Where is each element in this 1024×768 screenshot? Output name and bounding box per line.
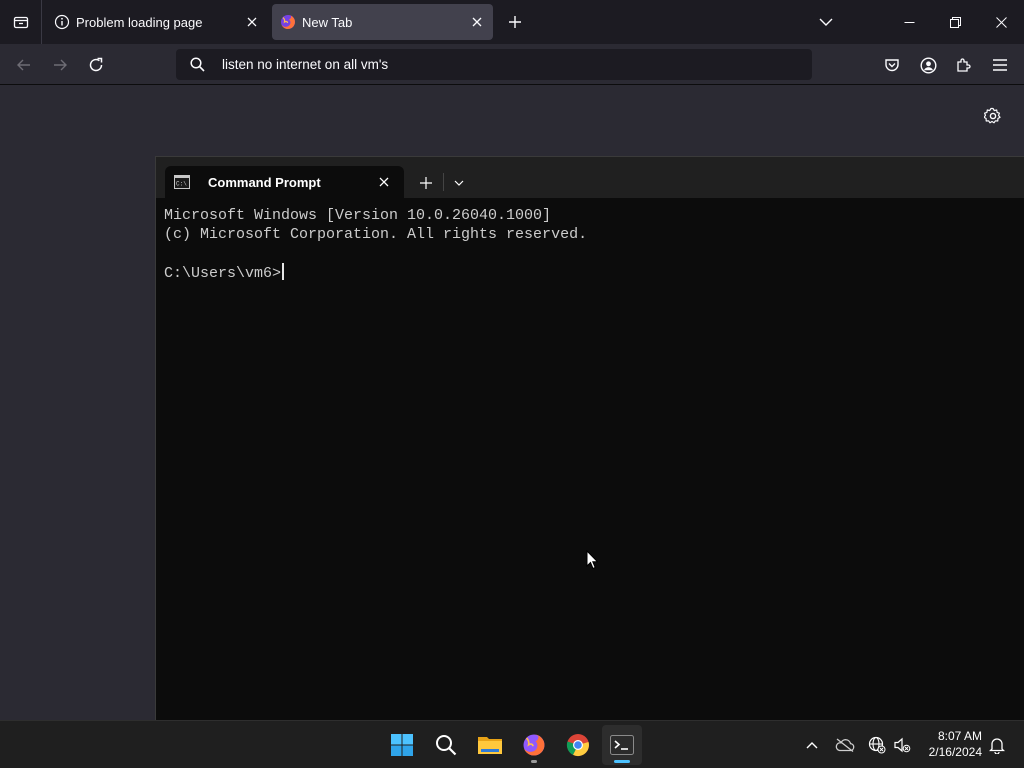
firefox-icon — [280, 14, 296, 30]
tab-title: Problem loading page — [76, 15, 203, 30]
terminal-line: (c) Microsoft Corporation. All rights re… — [164, 226, 588, 243]
active-indicator — [614, 760, 630, 763]
terminal-tab-title: Command Prompt — [208, 175, 321, 190]
restore-button[interactable] — [932, 0, 978, 44]
volume-button[interactable] — [890, 733, 914, 757]
forward-button[interactable] — [47, 52, 73, 78]
terminal-profiles-dropdown[interactable] — [447, 171, 471, 195]
onedrive-cloud-icon — [835, 738, 855, 752]
clock-time: 8:07 AM — [937, 729, 982, 743]
app-menu-button[interactable] — [988, 53, 1012, 77]
clock[interactable]: 8:07 AM 2/16/2024 — [914, 728, 982, 760]
plus-icon — [509, 16, 521, 28]
browser-tab-strip: Problem loading page New Tab — [0, 0, 1024, 44]
onedrive-button[interactable] — [833, 733, 857, 757]
windows-start-icon — [391, 734, 413, 756]
pocket-icon — [885, 59, 899, 72]
firefox-view-icon — [13, 16, 28, 29]
close-icon — [995, 16, 1007, 28]
taskbar: 8:07 AM 2/16/2024 — [0, 720, 1024, 768]
plus-icon — [420, 177, 432, 189]
terminal-icon — [610, 735, 634, 755]
firefox-taskbar-button[interactable] — [514, 725, 554, 765]
back-button[interactable] — [11, 52, 37, 78]
url-bar[interactable]: listen no internet on all vm's — [176, 49, 812, 80]
info-icon — [54, 14, 70, 30]
taskbar-search-button[interactable] — [426, 725, 466, 765]
url-input[interactable]: listen no internet on all vm's — [222, 57, 388, 72]
close-tab-icon[interactable] — [376, 174, 392, 190]
restore-icon — [949, 16, 961, 28]
running-indicator — [531, 760, 537, 763]
minimize-button[interactable] — [886, 0, 932, 44]
reload-button[interactable] — [83, 52, 109, 78]
extensions-button[interactable] — [952, 53, 976, 77]
bell-icon — [989, 738, 1005, 754]
divider — [443, 173, 444, 191]
account-icon — [919, 56, 937, 74]
terminal-new-tab-button[interactable] — [414, 171, 438, 195]
navigation-toolbar: listen no internet on all vm's — [0, 44, 1024, 85]
save-to-pocket-button[interactable] — [880, 53, 904, 77]
minimize-icon — [904, 21, 914, 23]
mouse-pointer-icon — [586, 550, 598, 570]
terminal-taskbar-button[interactable] — [602, 725, 642, 765]
firefox-view-button[interactable] — [0, 0, 42, 44]
volume-muted-icon — [894, 737, 911, 753]
close-window-button[interactable] — [978, 0, 1024, 44]
command-prompt-icon: C:\ — [174, 175, 190, 189]
firefox-icon — [523, 734, 545, 756]
chrome-icon — [566, 734, 589, 757]
account-button[interactable] — [916, 53, 940, 77]
network-globe-icon — [868, 736, 886, 754]
close-tab-icon[interactable] — [469, 14, 485, 30]
terminal-line: Microsoft Windows [Version 10.0.26040.10… — [164, 207, 552, 224]
chevron-down-icon — [819, 18, 833, 26]
file-explorer-button[interactable] — [470, 725, 510, 765]
network-button[interactable] — [865, 733, 889, 757]
file-explorer-icon — [478, 737, 502, 754]
tab-command-prompt[interactable]: C:\ Command Prompt — [165, 166, 404, 198]
terminal-tab-strip: C:\ Command Prompt — [156, 157, 1024, 198]
list-all-tabs-button[interactable] — [814, 10, 838, 34]
reload-icon — [89, 57, 103, 72]
terminal-prompt-line[interactable]: C:\Users\vm6> — [164, 263, 587, 282]
svg-text:C:\: C:\ — [176, 181, 187, 188]
start-button[interactable] — [382, 725, 422, 765]
search-icon — [190, 57, 205, 72]
arrow-right-icon — [54, 59, 67, 71]
terminal-prompt: C:\Users\vm6> — [164, 265, 282, 282]
chrome-taskbar-button[interactable] — [558, 725, 598, 765]
search-icon — [436, 735, 457, 756]
tab-new-tab[interactable]: New Tab — [272, 4, 493, 40]
terminal-output[interactable]: Microsoft Windows [Version 10.0.26040.10… — [164, 206, 587, 282]
show-hidden-icons-button[interactable] — [800, 733, 824, 757]
text-cursor — [282, 263, 285, 280]
hamburger-menu-icon — [993, 59, 1007, 71]
new-tab-button[interactable] — [503, 10, 527, 34]
customize-new-tab-button[interactable] — [982, 105, 1004, 127]
chevron-up-icon — [806, 742, 818, 749]
notifications-button[interactable] — [985, 733, 1009, 757]
puzzle-icon — [957, 58, 971, 72]
tab-title: New Tab — [302, 15, 353, 30]
clock-date: 2/16/2024 — [928, 745, 982, 759]
gear-icon — [984, 107, 1001, 124]
tab-problem-loading-page[interactable]: Problem loading page — [46, 4, 268, 40]
chevron-down-icon — [454, 180, 464, 186]
arrow-left-icon — [17, 59, 30, 71]
command-prompt-window: C:\ Command Prompt Microsoft Windows [Ve… — [155, 156, 1024, 720]
close-tab-icon[interactable] — [244, 14, 260, 30]
